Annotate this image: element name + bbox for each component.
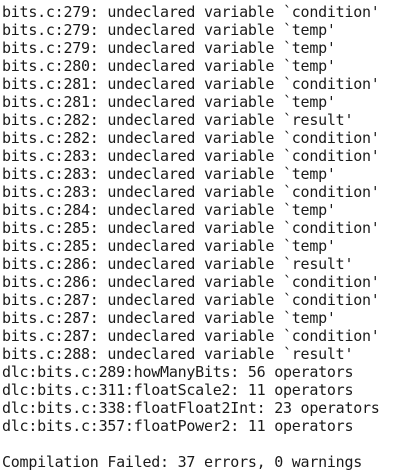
output-line: bits.c:281: undeclared variable `temp' <box>2 93 336 111</box>
output-line: bits.c:283: undeclared variable `conditi… <box>2 183 380 201</box>
output-line: dlc:bits.c:311:floatScale2: 11 operators <box>2 381 354 399</box>
output-line: dlc:bits.c:338:floatFloat2Int: 23 operat… <box>2 399 380 417</box>
output-line: bits.c:280: undeclared variable `temp' <box>2 57 336 75</box>
output-line: bits.c:282: undeclared variable `conditi… <box>2 129 380 147</box>
output-line: bits.c:286: undeclared variable `result' <box>2 255 354 273</box>
output-line: bits.c:282: undeclared variable `result' <box>2 111 354 129</box>
output-line: dlc:bits.c:357:floatPower2: 11 operators <box>2 417 354 435</box>
output-line: bits.c:283: undeclared variable `temp' <box>2 165 336 183</box>
output-line: bits.c:284: undeclared variable `temp' <box>2 201 336 219</box>
output-line: bits.c:281: undeclared variable `conditi… <box>2 75 380 93</box>
output-line: bits.c:287: undeclared variable `conditi… <box>2 327 380 345</box>
output-line: bits.c:279: undeclared variable `temp' <box>2 39 336 57</box>
output-line: bits.c:285: undeclared variable `temp' <box>2 237 336 255</box>
compilation-status-line: Compilation Failed: 37 errors, 0 warning… <box>2 453 363 471</box>
output-line: bits.c:283: undeclared variable `conditi… <box>2 147 380 165</box>
output-line: dlc:bits.c:289:howManyBits: 56 operators <box>2 363 354 381</box>
terminal-output[interactable]: bits.c:279: undeclared variable `conditi… <box>0 0 403 474</box>
output-line: bits.c:285: undeclared variable `conditi… <box>2 219 380 237</box>
output-line: bits.c:279: undeclared variable `conditi… <box>2 3 380 21</box>
output-line: bits.c:287: undeclared variable `conditi… <box>2 291 380 309</box>
output-line: bits.c:287: undeclared variable `temp' <box>2 309 336 327</box>
output-line: bits.c:279: undeclared variable `temp' <box>2 21 336 39</box>
output-line: bits.c:286: undeclared variable `conditi… <box>2 273 380 291</box>
output-line: bits.c:288: undeclared variable `result' <box>2 345 354 363</box>
